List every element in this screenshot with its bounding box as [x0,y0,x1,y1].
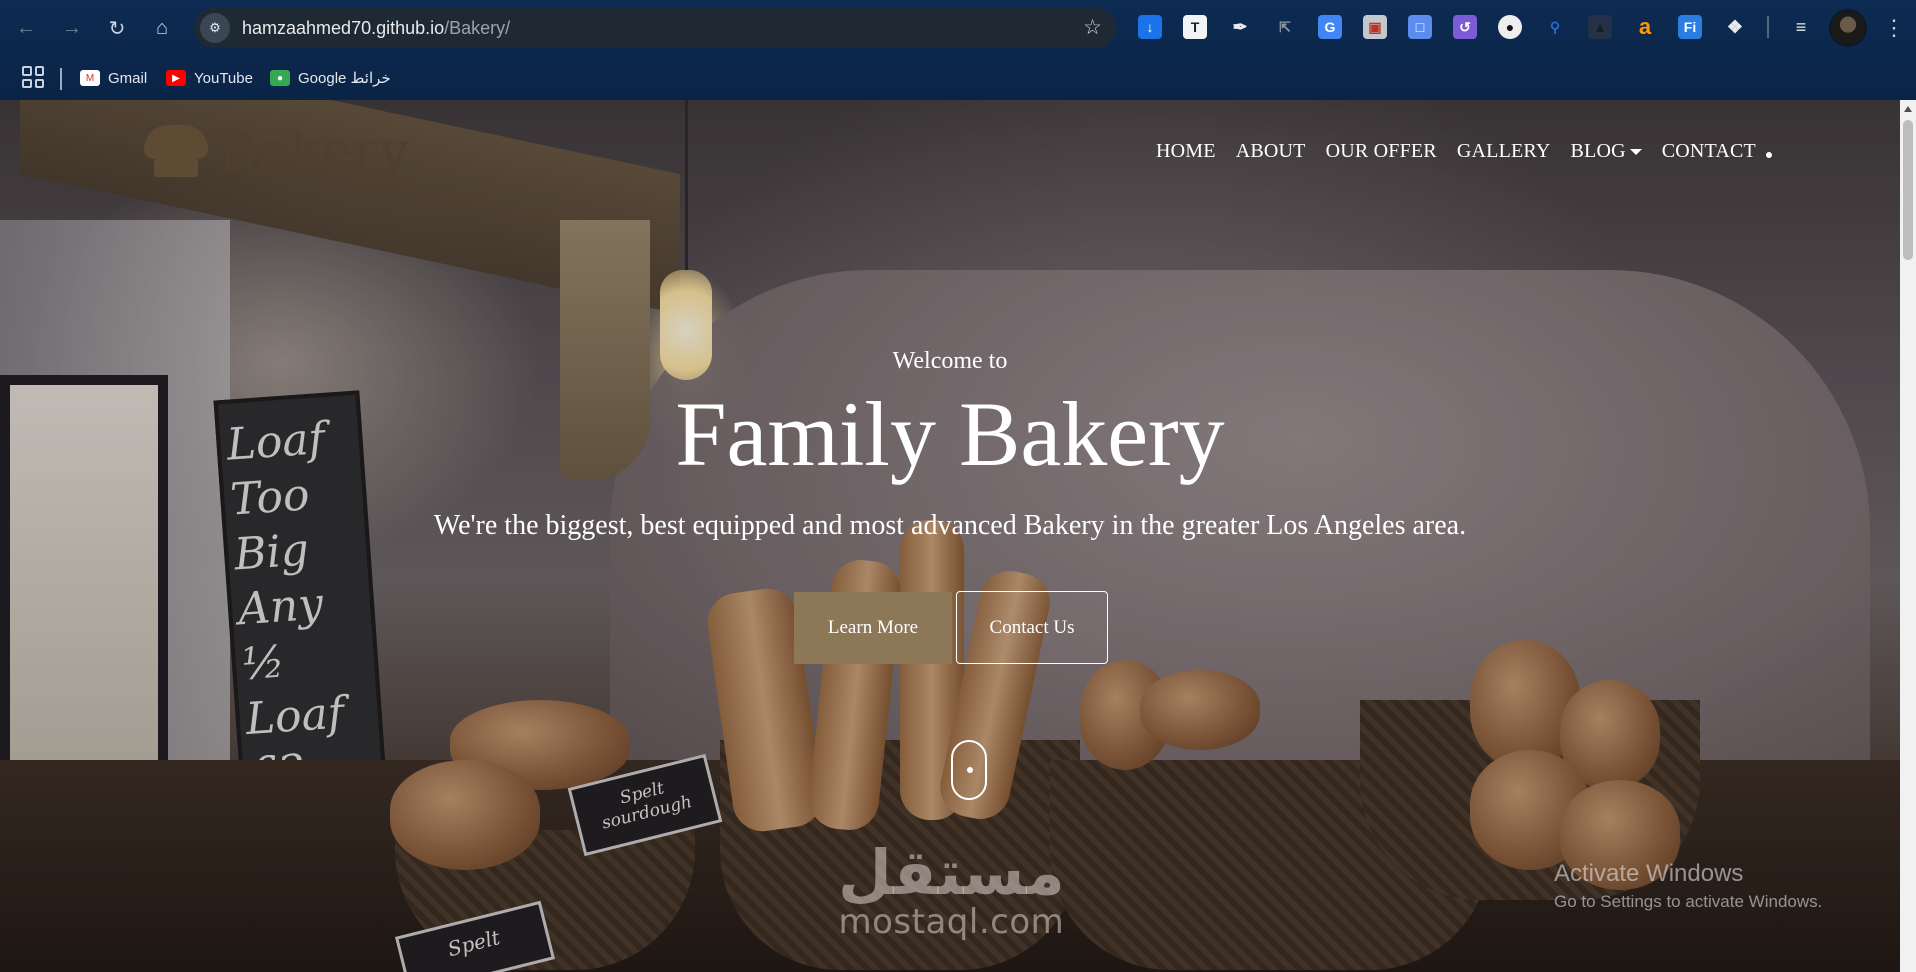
url-host: hamzaahmed70.github.io [242,17,445,38]
download-extension-icon[interactable]: ↓ [1138,15,1162,39]
cursor-extension-icon[interactable]: ⇱ [1273,15,1297,39]
activate-windows-subtitle: Go to Settings to activate Windows. [1554,892,1823,911]
fi-extension-icon[interactable]: Fi [1678,15,1702,39]
site-logo[interactable]: Bakery [140,122,410,182]
bookmarks-divider [60,68,62,90]
mostaql-arabic-text: مستقل [838,836,1065,909]
hero-title: Family Bakery [675,383,1225,485]
bookmark-label: YouTube [194,69,253,87]
reload-icon[interactable]: ↻ [101,12,133,44]
forward-icon[interactable]: → [56,12,88,44]
activate-windows-title: Activate Windows [1554,860,1744,887]
bookmark-google-maps[interactable]: ● Google خرائط [270,66,391,90]
profile-avatar[interactable] [1829,9,1867,47]
bookmark-label: Google خرائط [298,70,391,87]
bakery-page: Loaf Too Big Any ½ Loaf £2 Spelt sourdou… [0,100,1900,972]
chef-hat-icon [140,125,212,179]
url-path: /Bakery/ [444,17,511,38]
hero-kicker: Welcome to [892,348,1008,374]
loop-extension-icon[interactable]: ↺ [1453,15,1477,39]
logo-text: Bakery [218,122,410,182]
bookmark-star-icon[interactable]: ☆ [1083,15,1102,40]
circle-extension-icon[interactable]: ● [1498,15,1522,39]
gmail-icon: M [80,70,100,86]
scroll-down-icon[interactable] [951,740,987,800]
eyedropper-extension-icon[interactable]: ✒ [1228,15,1252,39]
nav-indicator-dot [1766,152,1772,158]
apps-grid-icon[interactable] [22,66,44,88]
toolbar-separator [1767,16,1769,38]
google-maps-icon: ● [270,70,290,86]
bookmarks-bar: M Gmail ▶ YouTube ● Google خرائط [0,56,1916,100]
scroll-up-arrow-icon[interactable] [1904,106,1912,112]
reading-list-icon[interactable]: ≡ [1789,15,1813,39]
activate-windows-watermark: Activate Windows Go to Settings to activ… [1554,860,1822,912]
text-extension-icon[interactable]: T [1183,15,1207,39]
chevron-down-icon [1629,148,1642,155]
browser-chrome: ← → ↻ ⌂ ⚙ hamzaahmed70.github.io/Bakery/… [0,0,1916,100]
main-nav: HOME ABOUT OUR OFFER GALLERY BLOG CONTAC… [1156,140,1756,163]
mostaql-watermark: مستقل mostaql.com [838,842,1065,941]
nav-about[interactable]: ABOUT [1236,140,1306,163]
contact-us-button[interactable]: Contact Us [956,591,1108,664]
browser-menu-icon[interactable]: ⋮ [1882,12,1906,44]
scrollbar-thumb[interactable] [1903,120,1913,260]
back-icon[interactable]: ← [10,12,42,44]
docs-extension-icon[interactable]: □ [1408,15,1432,39]
bookmark-youtube[interactable]: ▶ YouTube [166,66,253,90]
extensions-puzzle-icon[interactable]: ❖ [1723,15,1747,39]
nav-contact[interactable]: CONTACT [1662,140,1756,163]
window-extension-icon[interactable]: ▣ [1363,15,1387,39]
nav-our-offer[interactable]: OUR OFFER [1326,140,1437,163]
browser-toolbar: ← → ↻ ⌂ ⚙ hamzaahmed70.github.io/Bakery/… [0,0,1916,56]
nav-home[interactable]: HOME [1156,140,1216,163]
nav-gallery[interactable]: GALLERY [1457,140,1551,163]
site-info-icon[interactable]: ⚙ [200,13,230,43]
bookmark-gmail[interactable]: M Gmail [80,66,147,90]
robot-extension-icon[interactable]: ▲ [1588,15,1612,39]
amazon-extension-icon[interactable]: a [1633,14,1657,39]
nav-blog-dropdown[interactable]: BLOG [1570,140,1642,163]
url-text[interactable]: hamzaahmed70.github.io/Bakery/ [242,18,510,39]
youtube-icon: ▶ [166,70,186,86]
hero-subtitle: We're the biggest, best equipped and mos… [433,510,1467,541]
translate-extension-icon[interactable]: G [1318,15,1342,39]
home-icon[interactable]: ⌂ [146,12,178,44]
address-bar[interactable]: ⚙ hamzaahmed70.github.io/Bakery/ ☆ [194,8,1116,48]
mostaql-latin-text: mostaql.com [838,902,1065,942]
nav-blog[interactable]: BLOG [1570,140,1625,163]
bookmark-label: Gmail [108,69,148,87]
learn-more-button[interactable]: Learn More [794,592,952,664]
page-scrollbar[interactable] [1900,100,1916,972]
search-extension-icon[interactable]: ⚲ [1543,15,1567,39]
